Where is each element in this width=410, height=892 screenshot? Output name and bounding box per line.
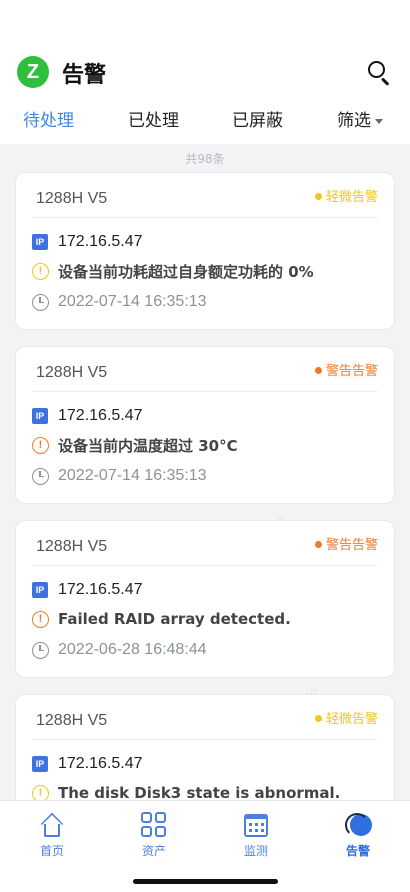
warning-icon: !	[32, 784, 49, 802]
page-title: 告警	[62, 63, 107, 88]
alert-card[interactable]: 1288H V5 警告告警 IP 172.16.5.47 ! Failed RA…	[15, 520, 395, 678]
ip-row: IP 172.16.5.47	[32, 579, 143, 601]
app-header: Z 告警 待处理 已处理 已屏蔽 筛选	[0, 0, 410, 144]
warning-icon: !	[32, 436, 49, 454]
filter-tabs: 待处理 已处理 已屏蔽 筛选	[0, 106, 410, 138]
divider	[32, 217, 378, 218]
alert-message: 设备当前内温度超过 30°C	[58, 436, 238, 455]
severity-badge: 警告告警	[314, 360, 378, 379]
filter-label: 筛选	[337, 111, 371, 131]
severity-dot-icon	[314, 541, 322, 548]
severity-badge: 轻微告警	[314, 708, 378, 727]
ip-row: IP 172.16.5.47	[32, 405, 143, 427]
time-row: 2022-06-28 16:48:44	[32, 639, 207, 661]
ip-row: IP 172.16.5.47	[32, 231, 143, 253]
severity-badge: 警告告警	[314, 534, 378, 553]
warning-icon: !	[32, 610, 49, 628]
nav-monitor[interactable]: 监测	[226, 811, 286, 859]
severity-dot-icon	[314, 193, 322, 200]
nav-alarm[interactable]: 告警	[328, 811, 388, 859]
ip-icon: IP	[32, 234, 48, 250]
divider	[32, 565, 378, 566]
ip-icon: IP	[32, 756, 48, 772]
severity-label: 警告告警	[325, 364, 378, 379]
alert-time: 2022-07-14 16:35:13	[58, 467, 207, 484]
ip-row: IP 172.16.5.47	[32, 753, 143, 775]
severity-label: 轻微告警	[325, 190, 378, 205]
alert-card[interactable]: 1288H V5 轻微告警 IP 172.16.5.47 ! 设备当前功耗超过自…	[15, 172, 395, 330]
clock-icon	[32, 641, 49, 659]
device-name: 1288H V5	[36, 712, 108, 729]
monitor-icon	[242, 811, 270, 839]
ip-icon: IP	[32, 582, 48, 598]
severity-dot-icon	[314, 367, 322, 374]
severity-dot-icon	[314, 715, 322, 722]
severity-label: 警告告警	[325, 538, 378, 553]
message-row: ! Failed RAID array detected.	[32, 608, 291, 630]
severity-label: 轻微告警	[325, 712, 378, 727]
time-row: 2022-07-14 16:35:13	[32, 291, 207, 313]
bottom-nav: 首页 资产 监测 告警	[0, 800, 410, 892]
alert-message: 设备当前功耗超过自身额定功耗的 0%	[58, 262, 314, 281]
nav-home-label: 首页	[39, 844, 64, 858]
ip-address: 172.16.5.47	[58, 581, 143, 598]
nav-alarm-label: 告警	[345, 844, 370, 858]
warning-icon: !	[32, 262, 49, 280]
tab-pending[interactable]: 待处理	[23, 106, 74, 131]
device-name: 1288H V5	[36, 364, 108, 381]
divider	[32, 739, 378, 740]
ip-address: 172.16.5.47	[58, 755, 143, 772]
message-row: ! 设备当前内温度超过 30°C	[32, 434, 238, 456]
alert-message: Failed RAID array detected.	[58, 610, 291, 628]
nav-assets-label: 资产	[141, 844, 166, 858]
nav-home[interactable]: 首页	[22, 811, 82, 859]
alert-time: 2022-06-28 16:48:44	[58, 641, 207, 658]
tab-filter[interactable]: 筛选	[337, 106, 383, 131]
caret-down-icon	[375, 118, 383, 124]
nav-assets[interactable]: 资产	[124, 811, 184, 859]
nav-monitor-label: 监测	[243, 844, 268, 858]
tab-blocked[interactable]: 已屏蔽	[232, 106, 283, 131]
device-name: 1288H V5	[36, 190, 108, 207]
clock-icon	[32, 293, 49, 311]
home-indicator	[133, 879, 278, 884]
total-count: 共98条	[185, 152, 225, 166]
divider	[32, 391, 378, 392]
ip-icon: IP	[32, 408, 48, 424]
device-name: 1288H V5	[36, 538, 108, 555]
app-logo: Z	[17, 56, 49, 88]
home-icon	[38, 811, 66, 839]
message-row: ! 设备当前功耗超过自身额定功耗的 0%	[32, 260, 314, 282]
search-icon[interactable]	[365, 58, 393, 86]
clock-icon	[32, 467, 49, 485]
alarm-icon	[344, 811, 372, 839]
alert-card[interactable]: 1288H V5 警告告警 IP 172.16.5.47 ! 设备当前内温度超过…	[15, 346, 395, 504]
alert-time: 2022-07-14 16:35:13	[58, 293, 207, 310]
ip-address: 172.16.5.47	[58, 233, 143, 250]
grid-icon	[140, 811, 168, 839]
time-row: 2022-07-14 16:35:13	[32, 465, 207, 487]
tab-processed[interactable]: 已处理	[128, 106, 179, 131]
severity-badge: 轻微告警	[314, 186, 378, 205]
ip-address: 172.16.5.47	[58, 407, 143, 424]
